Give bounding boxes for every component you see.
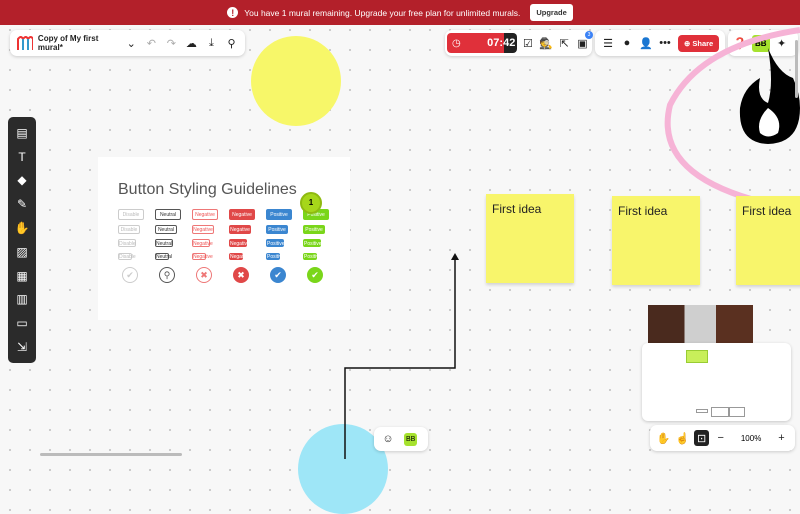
notifications-badge: 3 (585, 31, 593, 39)
tools-sidebar: ▤ T ◆ ✎ ✋ ▨ ▦ ▥ ▭ ⇲ (8, 117, 36, 363)
sample-button: Disable (118, 239, 136, 247)
sample-button: Disable (118, 225, 140, 234)
private-mode-icon[interactable]: 🕵 (538, 35, 553, 51)
sticky-note[interactable]: First idea (612, 196, 700, 285)
emoji-icon[interactable]: ☺ (380, 431, 396, 447)
zoom-in-icon[interactable]: + (774, 430, 789, 446)
flame-icon[interactable] (738, 48, 800, 146)
sample-button: Negative (192, 209, 218, 220)
timer-value: 07:42 (485, 33, 518, 53)
upgrade-banner: ! You have 1 mural remaining. Upgrade yo… (0, 0, 800, 25)
timer-icon: ◷ (447, 33, 486, 53)
minimap[interactable] (642, 343, 791, 421)
vertical-scrollbar[interactable] (795, 40, 798, 98)
sample-button: Neutral (155, 253, 173, 260)
export-icon[interactable]: ⤓ (204, 35, 219, 51)
upgrade-button[interactable]: Upgrade (530, 4, 573, 21)
sample-button: Neutral (155, 225, 177, 234)
import-icon[interactable]: ⇲ (14, 339, 30, 355)
sample-round-icon: ✖ (196, 267, 212, 283)
sample-button: Disable (118, 253, 136, 260)
card-title: Button Styling Guidelines (118, 181, 297, 198)
banner-message: You have 1 mural remaining. Upgrade your… (244, 7, 521, 18)
sample-button: Positive (266, 239, 285, 247)
undo-icon[interactable]: ↶ (144, 35, 159, 51)
zoom-level[interactable]: 100% (732, 434, 770, 443)
comment-pin[interactable]: 1 (300, 192, 322, 214)
sample-button: Positive (303, 253, 322, 260)
mural-toolbar: Copy of My first mural* ⌄ ↶ ↷ ☁ ⤓ ⚲ (10, 30, 245, 56)
minimap-viewport[interactable] (686, 350, 708, 363)
sample-button: Negative (192, 239, 213, 247)
sample-button: Negative (229, 209, 255, 220)
sample-round-icon: ⚲ (159, 267, 175, 283)
yellow-circle-shape[interactable] (251, 36, 341, 126)
sample-button: Negative (192, 225, 214, 234)
sticky-note[interactable]: First idea (486, 194, 574, 283)
sticky-note-icon[interactable]: ▤ (14, 125, 30, 141)
voting-icon[interactable]: ☑ (520, 35, 535, 51)
sample-button: Positive (266, 209, 292, 220)
pen-icon[interactable]: ✎ (14, 196, 30, 212)
sample-round-icon: ✖ (233, 267, 249, 283)
sample-button: Negative (192, 253, 213, 260)
hand-pan-icon[interactable]: ✋ (656, 430, 671, 446)
horizontal-scrollbar[interactable] (40, 453, 182, 456)
sample-button: Negative (229, 253, 250, 260)
sample-round-icon: ✔ (270, 267, 286, 283)
cursor-avatar[interactable]: BB (404, 432, 418, 446)
sample-round-icon: ✔ (307, 267, 323, 283)
street-photo[interactable] (648, 305, 753, 343)
button-guidelines-image[interactable]: Button Styling Guidelines Disable Neutral… (98, 157, 350, 320)
outline-icon[interactable]: ☰ (600, 35, 616, 51)
sample-button: Positive (266, 253, 285, 260)
search-icon[interactable]: ⚲ (224, 35, 239, 51)
chat-icon[interactable]: ● (619, 35, 635, 51)
text-icon[interactable]: T (14, 149, 30, 165)
sample-round-icon: ✔ (122, 267, 138, 283)
zoom-out-icon[interactable]: − (713, 430, 728, 446)
collab-toolbar: ◷ 07:42 ☑ 🕵 ⇱ ▣ 3 (445, 30, 593, 56)
image-icon[interactable]: ▨ (14, 244, 30, 260)
shapes-icon[interactable]: ◆ (14, 172, 30, 188)
timer[interactable]: ◷ 07:42 (447, 33, 518, 53)
frames-icon[interactable]: ▭ (14, 315, 30, 331)
sticky-note[interactable]: First idea (736, 196, 800, 285)
activity-icon[interactable]: ▣ 3 (575, 31, 593, 51)
cursor-icon[interactable]: ⇱ (557, 35, 572, 51)
sample-button: Negative (229, 239, 250, 247)
templates-icon[interactable]: ▦ (14, 268, 30, 284)
sample-button: Positive (266, 225, 288, 234)
minimap-toggle-icon[interactable]: ⊡ (694, 430, 710, 446)
participants-icon[interactable]: 👤 (638, 35, 654, 51)
cloud-saved-icon[interactable]: ☁ (184, 35, 199, 51)
chevron-down-icon[interactable]: ⌄ (124, 35, 139, 51)
alert-icon: ! (227, 7, 239, 18)
sample-button: Neutral (155, 239, 173, 247)
icons-icon[interactable]: ✋ (14, 220, 30, 236)
mural-logo-icon (17, 36, 33, 50)
zoom-controls: ✋ ☝ ⊡ − 100% + (650, 425, 795, 451)
sample-button: Positive (303, 225, 325, 234)
reactions-bar: ☺ BB (374, 427, 428, 451)
table-icon[interactable]: ▥ (14, 291, 30, 307)
sample-button: Disable (118, 209, 144, 220)
redo-icon[interactable]: ↷ (164, 35, 179, 51)
sample-button: Negative (229, 225, 251, 234)
sample-button: Neutral (155, 209, 181, 220)
mural-title[interactable]: Copy of My first mural* (38, 34, 119, 52)
select-icon[interactable]: ☝ (675, 430, 690, 446)
sample-button: Positive (303, 239, 322, 247)
